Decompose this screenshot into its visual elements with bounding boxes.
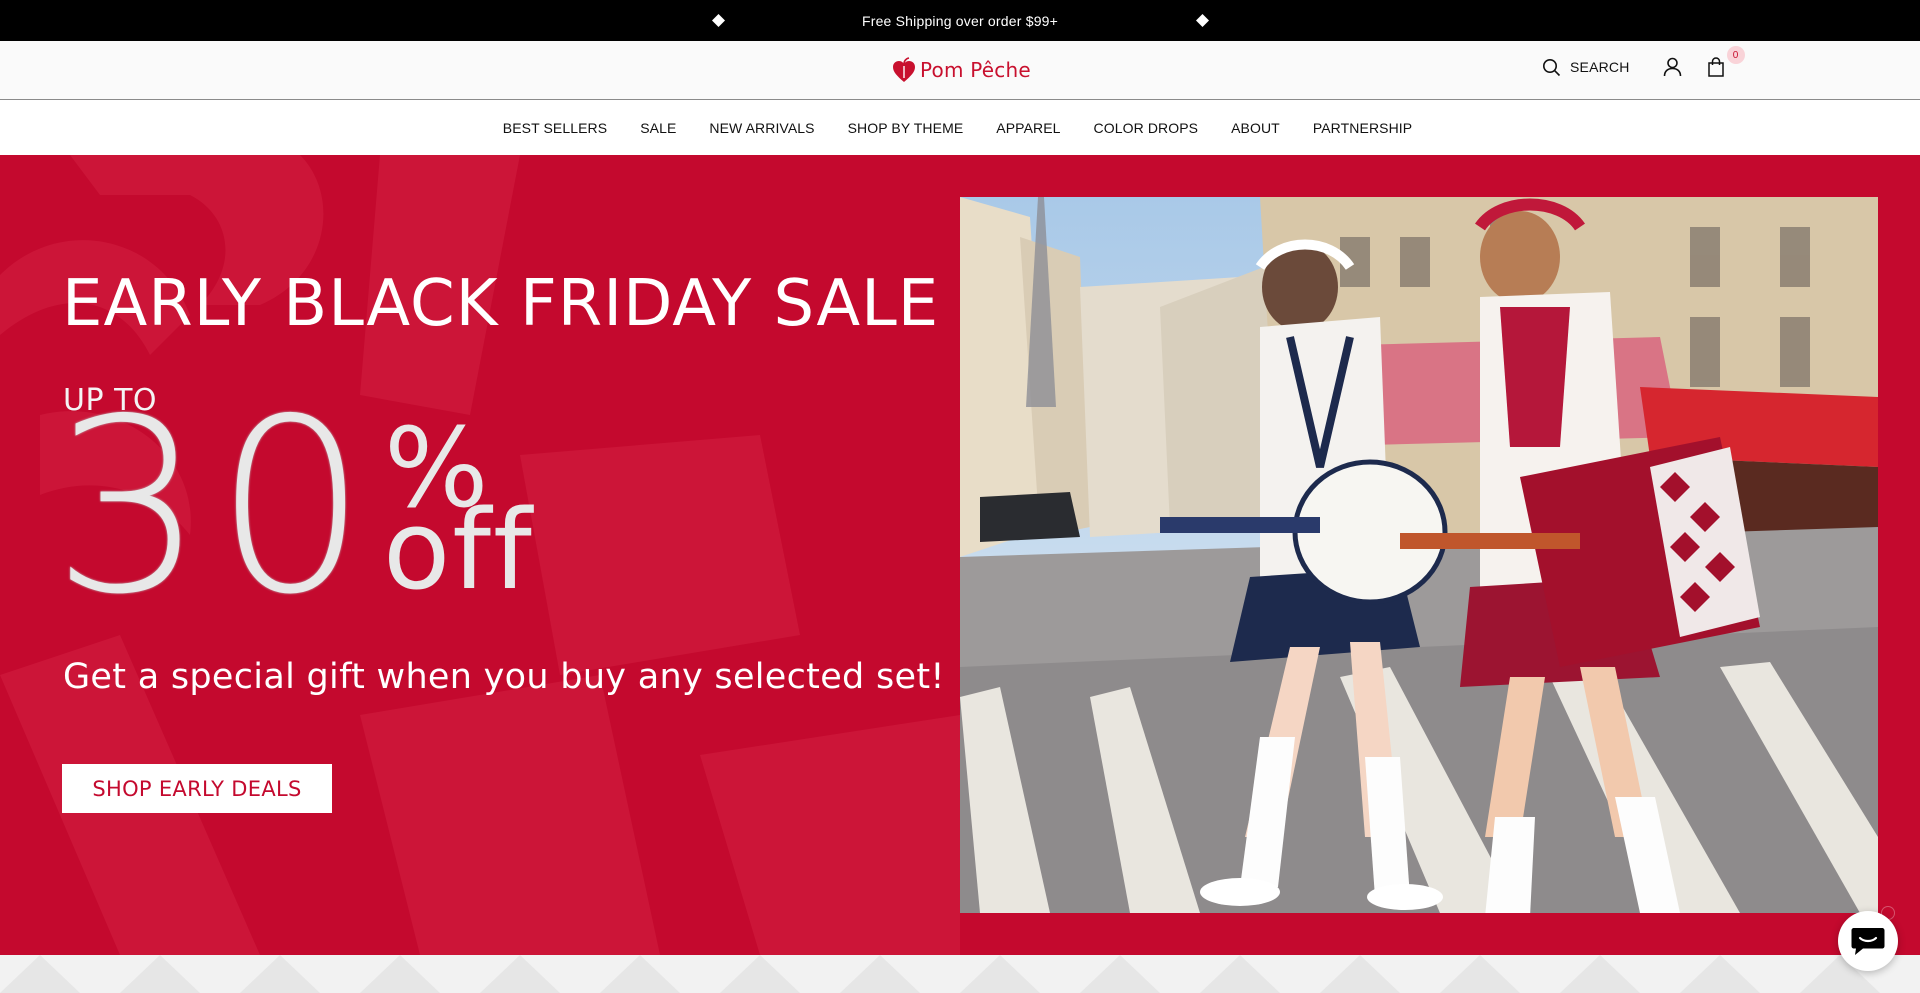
site-logo[interactable]: Pom Pêche bbox=[892, 57, 1031, 83]
nav-item-about[interactable]: ABOUT bbox=[1231, 120, 1280, 136]
hero-subtitle: Get a special gift when you buy any sele… bbox=[63, 657, 945, 697]
chat-button[interactable] bbox=[1838, 911, 1898, 971]
hero-photo bbox=[960, 197, 1878, 913]
diamond-icon bbox=[712, 14, 725, 27]
nav-item-best-sellers[interactable]: BEST SELLERS bbox=[503, 120, 607, 136]
search-icon bbox=[1543, 58, 1561, 76]
header-tools: SEARCH 0 bbox=[1542, 46, 1745, 77]
hero-discount-number: 30 bbox=[52, 367, 378, 647]
nav-item-partnership[interactable]: PARTNERSHIP bbox=[1313, 120, 1412, 136]
announcement-bar: Free Shipping over order $99+ bbox=[0, 0, 1920, 41]
hero-banner[interactable]: EARLY BLACK FRIDAY SALE UP TO 30 % off G… bbox=[0, 155, 1920, 955]
main-nav: BEST SELLERS SALE NEW ARRIVALS SHOP BY T… bbox=[0, 101, 1920, 155]
logo-text: Pom Pêche bbox=[920, 58, 1031, 82]
nav-item-shop-by-theme[interactable]: SHOP BY THEME bbox=[848, 120, 964, 136]
shop-early-deals-button[interactable]: SHOP EARLY DEALS bbox=[62, 764, 332, 813]
section-divider-pattern bbox=[0, 955, 1920, 993]
hero-title: EARLY BLACK FRIDAY SALE bbox=[62, 267, 940, 341]
nav-item-apparel[interactable]: APPAREL bbox=[996, 120, 1060, 136]
chat-bubble-icon bbox=[1851, 928, 1885, 955]
search-button[interactable]: SEARCH bbox=[1542, 58, 1630, 77]
diamond-icon bbox=[1196, 14, 1209, 27]
site-header: Pom Pêche SEARCH 0 bbox=[0, 41, 1920, 100]
heart-peach-icon bbox=[893, 57, 915, 82]
announcement-message[interactable]: Free Shipping over order $99+ bbox=[862, 13, 1058, 29]
account-icon bbox=[1663, 57, 1681, 77]
nav-item-sale[interactable]: SALE bbox=[640, 120, 676, 136]
nav-item-color-drops[interactable]: COLOR DROPS bbox=[1094, 120, 1199, 136]
cart-bag-icon bbox=[1707, 57, 1724, 77]
cart-count-badge: 0 bbox=[1726, 46, 1745, 64]
search-label: SEARCH bbox=[1570, 59, 1630, 75]
account-button[interactable] bbox=[1663, 57, 1682, 77]
cart-button[interactable]: 0 bbox=[1707, 46, 1745, 77]
announcement-next-button[interactable] bbox=[1195, 13, 1210, 28]
nav-item-new-arrivals[interactable]: NEW ARRIVALS bbox=[709, 120, 814, 136]
hero-off-label: off bbox=[383, 486, 534, 614]
announcement-prev-button[interactable] bbox=[711, 13, 726, 28]
